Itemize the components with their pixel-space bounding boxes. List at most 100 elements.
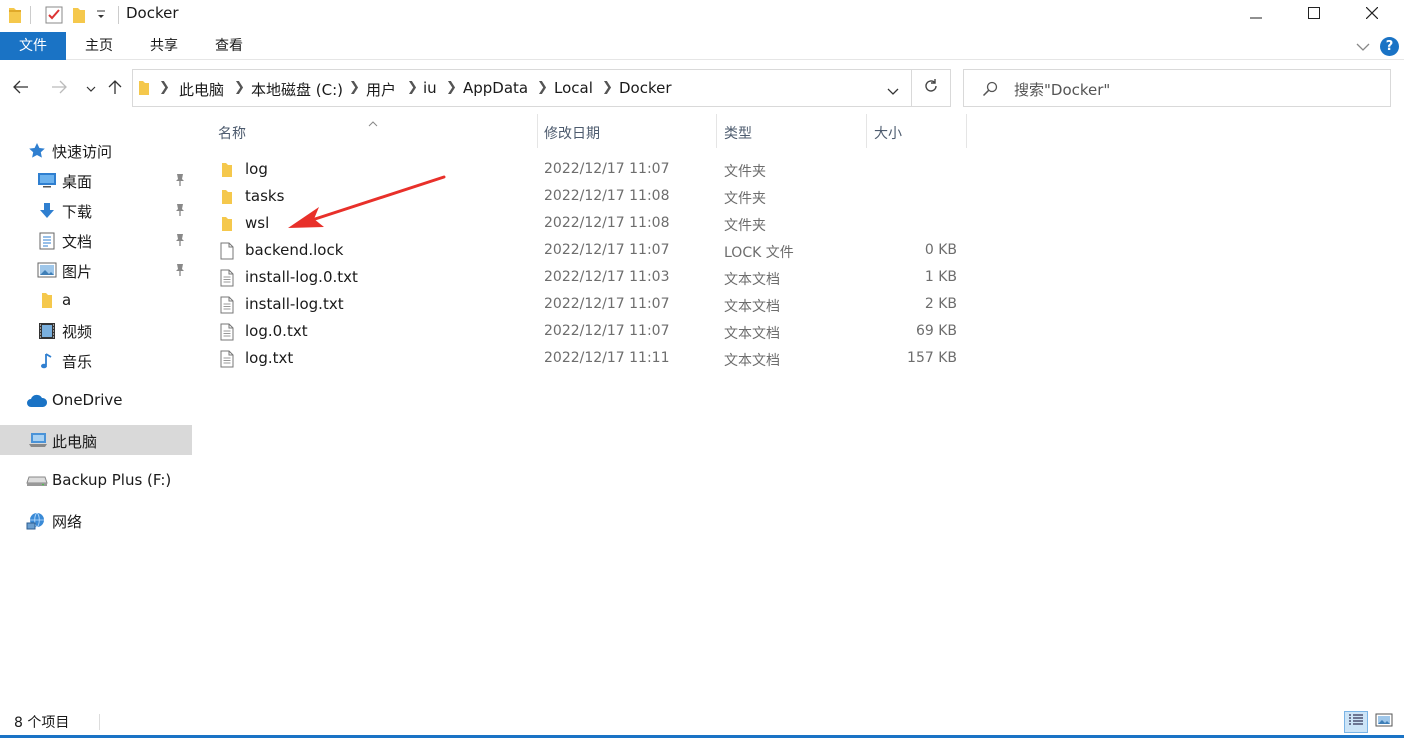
- sidebar-item-quick-access[interactable]: 快速访问: [0, 135, 192, 165]
- file-type: 文本文档: [724, 299, 780, 315]
- chevron-right-icon[interactable]: ❯: [446, 80, 457, 95]
- refresh-button[interactable]: [911, 70, 950, 106]
- maximize-button[interactable]: [1291, 0, 1337, 30]
- video-icon: [38, 322, 56, 344]
- search-box[interactable]: 搜索"Docker": [963, 69, 1391, 107]
- details-view-button[interactable]: [1344, 711, 1368, 733]
- close-button[interactable]: [1349, 0, 1395, 30]
- sidebar-item-folder-a[interactable]: a: [0, 285, 192, 315]
- sidebar-item-onedrive[interactable]: OneDrive: [0, 385, 192, 415]
- file-size: 1 KB: [924, 269, 957, 285]
- large-icons-view-button[interactable]: [1372, 711, 1396, 733]
- column-header-name[interactable]: 名称: [194, 114, 537, 148]
- file-row[interactable]: backend.lock 2022/12/17 11:07 LOCK 文件 0 …: [194, 237, 974, 264]
- crumb-user-iu[interactable]: iu: [423, 79, 437, 97]
- sidebar-item-network[interactable]: 网络: [0, 505, 192, 535]
- window-title: Docker: [126, 4, 179, 22]
- properties-icon[interactable]: [45, 6, 63, 28]
- file-name: install-log.txt: [245, 295, 344, 313]
- up-button[interactable]: [104, 78, 126, 100]
- address-history-button[interactable]: [887, 84, 899, 100]
- minimize-button[interactable]: [1233, 0, 1279, 30]
- folder-icon: [220, 161, 234, 182]
- tab-view[interactable]: 查看: [206, 32, 252, 60]
- file-size: 2 KB: [924, 296, 957, 312]
- tab-file[interactable]: 文件: [0, 32, 66, 60]
- pin-icon[interactable]: [174, 203, 186, 221]
- pin-icon[interactable]: [174, 173, 186, 191]
- file-row[interactable]: log.0.txt 2022/12/17 11:07 文本文档 69 KB: [194, 318, 974, 345]
- sidebar-item-desktop[interactable]: 桌面: [0, 165, 192, 195]
- sidebar-item-music[interactable]: 音乐: [0, 345, 192, 375]
- sidebar-item-backup-drive[interactable]: Backup Plus (F:): [0, 465, 192, 495]
- file-row[interactable]: install-log.txt 2022/12/17 11:07 文本文档 2 …: [194, 291, 974, 318]
- divider: [118, 6, 119, 24]
- large-icons-view-icon: [1375, 713, 1393, 731]
- crumb-local[interactable]: Local: [554, 79, 593, 97]
- file-row[interactable]: install-log.0.txt 2022/12/17 11:03 文本文档 …: [194, 264, 974, 291]
- details-view-icon: [1348, 713, 1364, 731]
- chevron-right-icon[interactable]: ❯: [159, 80, 170, 95]
- file-row[interactable]: log.txt 2022/12/17 11:11 文本文档 157 KB: [194, 345, 974, 372]
- crumb-appdata[interactable]: AppData: [463, 79, 528, 97]
- tab-share[interactable]: 共享: [141, 32, 187, 60]
- sidebar-item-downloads[interactable]: 下载: [0, 195, 192, 225]
- minimize-icon: [1250, 7, 1262, 23]
- crumb-local-disk[interactable]: 本地磁盘 (C:): [251, 79, 343, 100]
- chevron-right-icon[interactable]: ❯: [234, 80, 245, 95]
- computer-icon: [28, 432, 48, 452]
- chevron-right-icon[interactable]: ❯: [537, 80, 548, 95]
- file-date: 2022/12/17 11:11: [544, 350, 670, 366]
- maximize-icon: [1308, 7, 1320, 23]
- expand-ribbon-icon[interactable]: [1356, 40, 1370, 56]
- sidebar-item-label: 网络: [52, 513, 83, 531]
- file-date: 2022/12/17 11:07: [544, 296, 670, 312]
- column-header-type[interactable]: 类型: [717, 114, 866, 148]
- tab-home[interactable]: 主页: [76, 32, 122, 60]
- folder-icon: [220, 188, 234, 209]
- back-button[interactable]: [10, 78, 32, 100]
- sidebar-item-label: 音乐: [62, 353, 93, 371]
- column-header-date[interactable]: 修改日期: [538, 114, 716, 148]
- crumb-docker[interactable]: Docker: [619, 79, 672, 97]
- chevron-down-icon[interactable]: [96, 8, 106, 26]
- sidebar-item-label: 快速访问: [52, 143, 113, 161]
- recent-locations-button[interactable]: [80, 78, 102, 100]
- pictures-icon: [37, 262, 57, 282]
- sidebar-item-pictures[interactable]: 图片: [0, 255, 192, 285]
- sidebar-item-videos[interactable]: 视频: [0, 315, 192, 345]
- crumb-users[interactable]: 用户: [366, 79, 396, 100]
- file-date: 2022/12/17 11:07: [544, 161, 670, 177]
- forward-button[interactable]: [48, 78, 70, 100]
- breadcrumb[interactable]: ❯ 此电脑 ❯ 本地磁盘 (C:) ❯ 用户 ❯ iu ❯ AppData ❯ …: [133, 70, 911, 106]
- file-date: 2022/12/17 11:07: [544, 323, 670, 339]
- search-input[interactable]: 搜索"Docker": [1014, 79, 1110, 100]
- ribbon-tabs: 文件 主页 共享 查看 ?: [0, 32, 1404, 60]
- sidebar-item-documents[interactable]: 文档: [0, 225, 192, 255]
- pin-icon[interactable]: [174, 233, 186, 251]
- file-type: LOCK 文件: [724, 245, 794, 261]
- download-arrow-icon: [38, 202, 56, 224]
- sidebar-item-label: a: [62, 291, 72, 309]
- help-icon[interactable]: ?: [1380, 37, 1399, 56]
- sidebar-item-label: OneDrive: [52, 391, 123, 409]
- new-folder-icon[interactable]: [72, 6, 86, 28]
- chevron-right-icon[interactable]: ❯: [349, 80, 360, 95]
- chevron-right-icon[interactable]: ❯: [407, 80, 418, 95]
- chevron-right-icon[interactable]: ❯: [602, 80, 613, 95]
- folder-icon: [41, 292, 53, 313]
- pin-icon[interactable]: [174, 263, 186, 281]
- crumb-this-pc[interactable]: 此电脑: [179, 79, 224, 100]
- arrow-right-icon: [51, 80, 67, 98]
- text-file-icon: [220, 296, 234, 318]
- address-bar[interactable]: ❯ 此电脑 ❯ 本地磁盘 (C:) ❯ 用户 ❯ iu ❯ AppData ❯ …: [132, 69, 951, 107]
- divider: [30, 6, 31, 24]
- column-header-size[interactable]: 大小: [867, 114, 966, 148]
- drive-icon: [26, 475, 48, 491]
- column-divider[interactable]: [966, 114, 967, 148]
- file-list: 名称 修改日期 类型 大小 log 2022/12/17 11:07 文件夹 t…: [194, 114, 1404, 708]
- refresh-icon: [923, 78, 939, 98]
- file-icon: [220, 242, 234, 264]
- sidebar-item-this-pc[interactable]: 此电脑: [0, 425, 192, 455]
- document-icon: [39, 232, 55, 254]
